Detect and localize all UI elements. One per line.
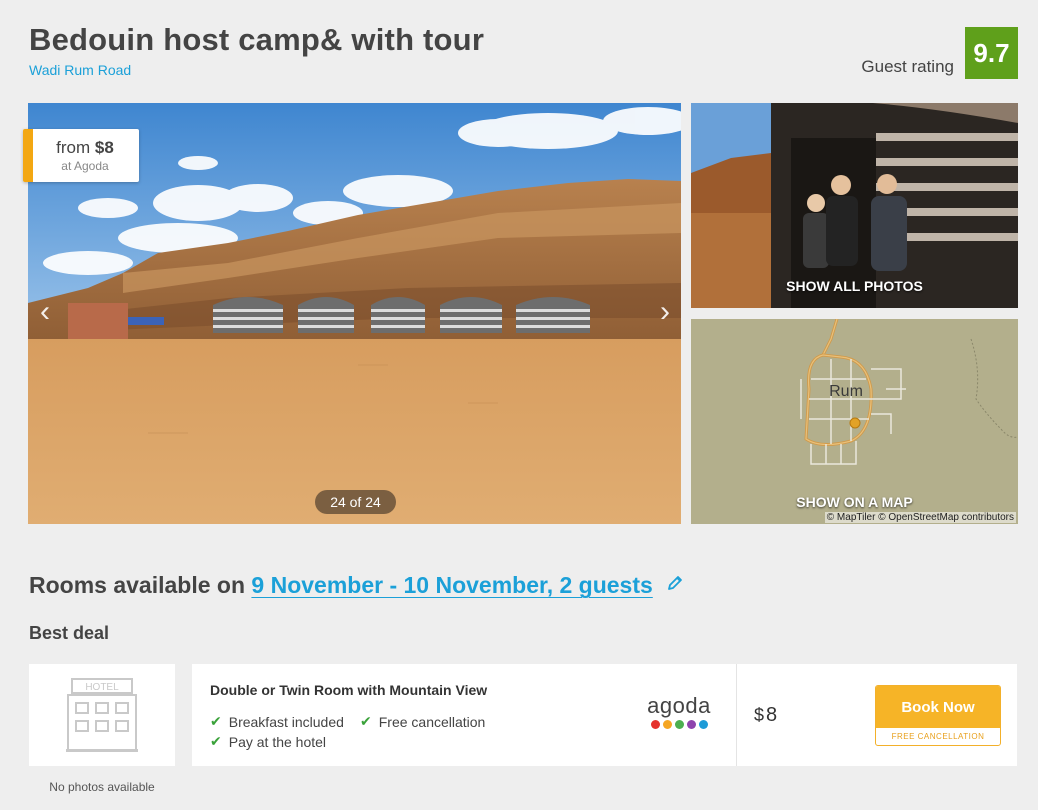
room-name: Double or Twin Room with Mountain View	[210, 682, 488, 698]
prev-photo-arrow-icon[interactable]: ‹	[30, 297, 60, 329]
no-photos-caption: No photos available	[49, 780, 155, 794]
svg-text:HOTEL: HOTEL	[85, 682, 119, 693]
guest-rating-badge: 9.7	[965, 27, 1018, 79]
map-place-label: Rum	[829, 383, 863, 400]
photo-counter: 24 of 24	[315, 490, 396, 514]
tent	[213, 297, 283, 333]
agoda-logo: agoda	[646, 695, 712, 735]
show-on-map-tile[interactable]: Rum SHOW ON A MAP © MapTiler © OpenStree…	[691, 319, 1018, 524]
provider-name: agoda	[647, 693, 711, 718]
price-source: at Agoda	[61, 159, 109, 173]
show-all-photos-tile[interactable]: SHOW ALL PHOTOS	[691, 103, 1018, 308]
free-cancellation-label: FREE CANCELLATION	[891, 732, 985, 741]
best-deal-label: Best deal	[29, 623, 110, 643]
hotel-address-link[interactable]: Wadi Rum Road	[29, 62, 131, 78]
price-from-tag: from $8 at Agoda	[23, 129, 139, 182]
check-icon: ✔	[210, 733, 222, 749]
amenity-free-cancellation: ✔ Free cancellation	[360, 713, 486, 730]
guest-rating-label: Guest rating	[861, 57, 954, 76]
hotel-page: Bedouin host camp& with tour Wadi Rum Ro…	[0, 0, 1038, 810]
show-all-photos-label: SHOW ALL PHOTOS	[786, 278, 923, 294]
next-photo-arrow-icon[interactable]: ›	[650, 297, 680, 329]
rooms-available-heading: Rooms available on 9 November - 10 Novem…	[29, 570, 683, 599]
price-from-value: $8	[94, 138, 114, 157]
price-from-main: from $8	[56, 138, 114, 157]
rooms-dates-link[interactable]: 9 November - 10 November, 2 guests	[251, 572, 652, 598]
hotel-placeholder-thumbnail: HOTEL	[29, 664, 175, 766]
deal-currency: $	[754, 705, 765, 725]
map-attribution[interactable]: © MapTiler © OpenStreetMap contributors	[824, 512, 1016, 523]
pencil-icon[interactable]	[667, 570, 683, 597]
book-now-label: Book Now	[876, 686, 1000, 728]
hotel-building-icon: HOTEL	[66, 678, 138, 752]
deal-price-value: 8	[766, 704, 778, 726]
deal-divider	[736, 664, 737, 766]
amenity-pay-at-hotel: ✔ Pay at the hotel	[210, 733, 327, 750]
rooms-heading-prefix: Rooms available on	[29, 572, 246, 598]
agoda-dots	[646, 720, 712, 729]
deal-price: $8	[754, 704, 777, 727]
show-on-map-label: SHOW ON A MAP	[796, 494, 913, 510]
hotel-title: Bedouin host camp& with tour	[29, 22, 485, 57]
book-now-button[interactable]: Book Now FREE CANCELLATION	[875, 685, 1001, 746]
check-icon: ✔	[210, 713, 222, 729]
deal-card: Double or Twin Room with Mountain View ✔…	[192, 664, 1017, 766]
amenity-breakfast: ✔ Breakfast included	[210, 713, 344, 730]
check-icon: ✔	[360, 713, 372, 729]
